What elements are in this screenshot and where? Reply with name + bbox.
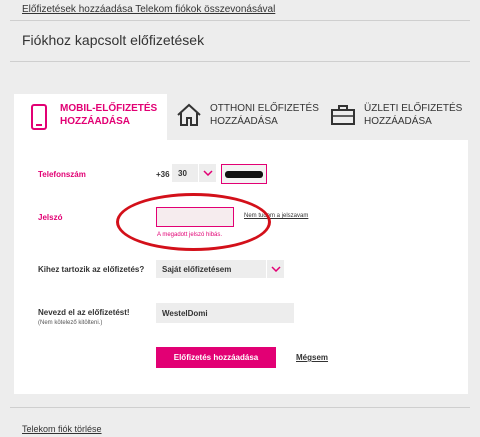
tab-home-subscription[interactable]: OTTHONI ELŐFIZETÉS HOZZÁADÁSA <box>174 94 319 138</box>
phone-number-input[interactable] <box>221 164 267 184</box>
tab-label-line2: HOZZÁADÁSA <box>364 116 432 127</box>
tab-label-line1: MOBIL-ELŐFIZETÉS <box>60 103 158 114</box>
nickname-input[interactable]: WestelDomi <box>156 303 294 323</box>
delete-account-link[interactable]: Telekom fiók törlése <box>22 424 102 434</box>
nickname-value: WestelDomi <box>162 309 208 318</box>
bottom-divider <box>10 407 470 408</box>
password-label: Jelszó <box>38 213 63 222</box>
add-subscription-button[interactable]: Előfizetés hozzáadása <box>156 347 276 368</box>
briefcase-icon <box>328 98 358 132</box>
top-divider <box>10 20 470 21</box>
tab-mobile-subscription[interactable]: MOBIL-ELŐFIZETÉS HOZZÁADÁSA <box>14 94 167 140</box>
house-icon <box>174 98 204 132</box>
page-title: Fiókhoz kapcsolt előfizetések <box>22 32 205 48</box>
phone-prefix: +36 <box>156 170 170 179</box>
top-link-merge-accounts[interactable]: Előfizetések hozzáadása Telekom fiókok ö… <box>22 4 275 15</box>
owner-select[interactable]: Saját előfizetésem <box>156 260 284 278</box>
cancel-link[interactable]: Mégsem <box>296 353 328 362</box>
chevron-down-icon <box>266 260 284 278</box>
tab-label-line1: OTTHONI ELŐFIZETÉS <box>210 103 319 114</box>
phone-label: Telefonszám <box>38 170 86 179</box>
tab-label-line2: HOZZÁADÁSA <box>210 116 278 127</box>
annotation-ellipse <box>116 193 271 251</box>
nickname-sublabel: (Nem kötelező kitölteni.) <box>38 320 103 326</box>
owner-select-value: Saját előfizetésem <box>162 265 232 274</box>
nickname-label: Nevezd el az előfizetést! <box>38 308 130 317</box>
tab-label-line2: HOZZÁADÁSA <box>60 116 130 127</box>
tab-label-line1: ÜZLETI ELŐFIZETÉS <box>364 103 463 114</box>
area-code-value: 30 <box>178 168 187 178</box>
tab-business-subscription[interactable]: ÜZLETI ELŐFIZETÉS HOZZÁADÁSA <box>328 94 462 138</box>
chevron-down-icon <box>198 164 216 182</box>
redaction-mark <box>225 171 263 178</box>
mobile-phone-icon <box>24 100 54 134</box>
area-code-select[interactable]: 30 <box>172 164 216 182</box>
owner-label: Kihez tartozik az előfizetés? <box>38 265 145 274</box>
title-divider <box>10 61 470 62</box>
